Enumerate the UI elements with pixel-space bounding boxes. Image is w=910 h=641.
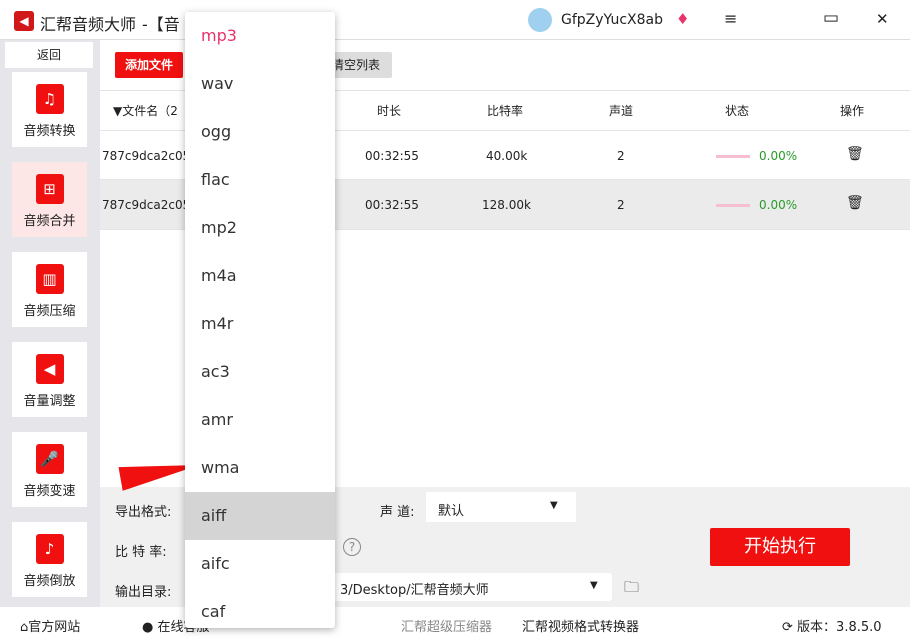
format-option-flac[interactable]: flac xyxy=(185,156,335,204)
output-label: 输出目录: xyxy=(115,585,172,600)
user-icon: ● xyxy=(142,620,154,635)
sidebar-item-volume[interactable]: ◀ 音量调整 xyxy=(12,342,87,417)
progress-bar xyxy=(716,204,750,207)
format-option-mp2[interactable]: mp2 xyxy=(185,204,335,252)
header-filename[interactable]: ▼文件名（2 xyxy=(113,102,178,119)
format-option-ac3[interactable]: ac3 xyxy=(185,348,335,396)
status-bar: ⌂官方网站 ● 在线客服 汇帮超级压缩器 汇帮视频格式转换器 ⟳ 版本：3.8.… xyxy=(0,607,910,641)
app-title: 汇帮音频大师 xyxy=(40,15,137,34)
official-website-link[interactable]: ⌂官方网站 xyxy=(20,616,80,635)
bitrate-label: 比 特 率: xyxy=(115,545,167,560)
format-dropdown[interactable]: mp3 wav ogg flac mp2 m4a m4r ac3 amr wma aiff aifc c… xyxy=(185,12,335,628)
format-option-wav[interactable]: wav xyxy=(185,60,335,108)
header-status: 状态 xyxy=(725,104,750,118)
trash-icon[interactable]: 🗑 xyxy=(846,146,864,162)
convert-icon: ♫ xyxy=(35,84,64,114)
version-label: 版本：3.8.5.0 xyxy=(797,620,882,635)
format-option-aifc[interactable]: aifc xyxy=(185,540,335,588)
menu-button[interactable]: ≡ xyxy=(724,9,737,28)
sidebar-item-label: 音量调整 xyxy=(23,394,76,409)
output-path-select[interactable]: 3/Desktop/汇帮音频大师 ▼ xyxy=(310,573,612,601)
format-option-ogg[interactable]: ogg xyxy=(185,108,335,156)
chevron-down-icon: ▼ xyxy=(550,500,558,511)
progress-bar xyxy=(716,155,750,158)
window-subtitle: -【音 xyxy=(142,15,180,34)
microphone-icon: 🎤 xyxy=(35,444,64,474)
folder-icon[interactable]: 🗀 xyxy=(624,577,639,602)
username[interactable]: GfpZyYucX8ab xyxy=(561,12,663,28)
channel-label: 声 道: xyxy=(380,505,415,520)
compressor-link[interactable]: 汇帮超级压缩器 xyxy=(401,616,492,635)
close-button[interactable]: ✕ xyxy=(876,10,889,28)
channels: 2 xyxy=(617,198,625,212)
link-label: 官方网站 xyxy=(28,620,81,635)
sidebar-item-label: 音频合并 xyxy=(23,214,76,229)
sidebar-item-audio-merge[interactable]: ⊞ 音频合并 xyxy=(12,162,87,237)
version-text: ⟳ 版本：3.8.5.0 xyxy=(782,616,882,635)
vip-diamond-icon[interactable]: ♦ xyxy=(676,10,689,28)
maximize-button[interactable]: ▭ xyxy=(823,8,839,28)
merge-icon: ⊞ xyxy=(35,174,64,204)
channel-select[interactable]: 默认 ▼ xyxy=(426,492,576,522)
duration: 00:32:55 xyxy=(365,198,419,212)
sidebar-item-label: 音频压缩 xyxy=(23,304,76,319)
sidebar-item-label: 音频变速 xyxy=(23,484,76,499)
add-file-button[interactable]: 添加文件 xyxy=(115,52,183,78)
bitrate: 128.00k xyxy=(482,198,531,212)
duration: 00:32:55 xyxy=(365,149,419,163)
refresh-icon[interactable]: ⟳ xyxy=(782,620,793,635)
header-duration: 时长 xyxy=(377,104,402,118)
format-option-wma[interactable]: wma xyxy=(185,444,335,492)
volume-icon: ◀ xyxy=(35,354,64,384)
sidebar-item-label: 音频转换 xyxy=(23,124,76,139)
format-option-mp3[interactable]: mp3 xyxy=(185,12,335,60)
format-option-amr[interactable]: amr xyxy=(185,396,335,444)
chevron-down-icon: ▼ xyxy=(590,580,598,591)
trash-icon[interactable]: 🗑 xyxy=(846,195,864,211)
format-option-m4r[interactable]: m4r xyxy=(185,300,335,348)
format-option-m4a[interactable]: m4a xyxy=(185,252,335,300)
sidebar-item-audio-convert[interactable]: ♫ 音频转换 xyxy=(12,72,87,147)
progress-text: 0.00% xyxy=(759,198,798,212)
sidebar: 返回 ♫ 音频转换 ⊞ 音频合并 ▥ 音频压缩 ◀ 音量调整 🎤 音频变速 ♪ 音频倒放 xyxy=(0,40,100,607)
bitrate: 40.00k xyxy=(486,149,528,163)
header-channels: 声道 xyxy=(609,104,634,118)
format-label: 导出格式: xyxy=(115,505,172,520)
back-button[interactable]: 返回 xyxy=(5,42,93,68)
file-name: 787c9dca2c05 xyxy=(102,198,191,212)
avatar[interactable] xyxy=(528,8,552,32)
music-note-icon: ♪ xyxy=(35,534,64,564)
channels: 2 xyxy=(617,149,625,163)
title-bar: ◀ 汇帮音频大师 -【音 GfpZyYucX8ab ♦ ≡ ▭ ✕ xyxy=(0,0,910,40)
help-icon[interactable]: ? xyxy=(343,538,361,556)
app-logo-icon: ◀ xyxy=(14,11,34,31)
format-option-aiff[interactable]: aiff xyxy=(185,492,335,540)
output-path: 3/Desktop/汇帮音频大师 xyxy=(340,583,489,598)
sidebar-item-label: 音频倒放 xyxy=(23,574,76,589)
sidebar-item-audio-compress[interactable]: ▥ 音频压缩 xyxy=(12,252,87,327)
header-bitrate: 比特率 xyxy=(487,104,524,118)
file-name: 787c9dca2c05 xyxy=(102,149,191,163)
sidebar-item-reverse[interactable]: ♪ 音频倒放 xyxy=(12,522,87,597)
start-button[interactable]: 开始执行 xyxy=(710,528,850,566)
sidebar-item-speed[interactable]: 🎤 音频变速 xyxy=(12,432,87,507)
progress-text: 0.00% xyxy=(759,149,798,163)
compress-icon: ▥ xyxy=(35,264,64,294)
channel-value: 默认 xyxy=(438,504,465,519)
header-action: 操作 xyxy=(840,104,865,118)
video-converter-link[interactable]: 汇帮视频格式转换器 xyxy=(522,616,639,635)
format-option-caf[interactable]: caf xyxy=(185,588,335,628)
